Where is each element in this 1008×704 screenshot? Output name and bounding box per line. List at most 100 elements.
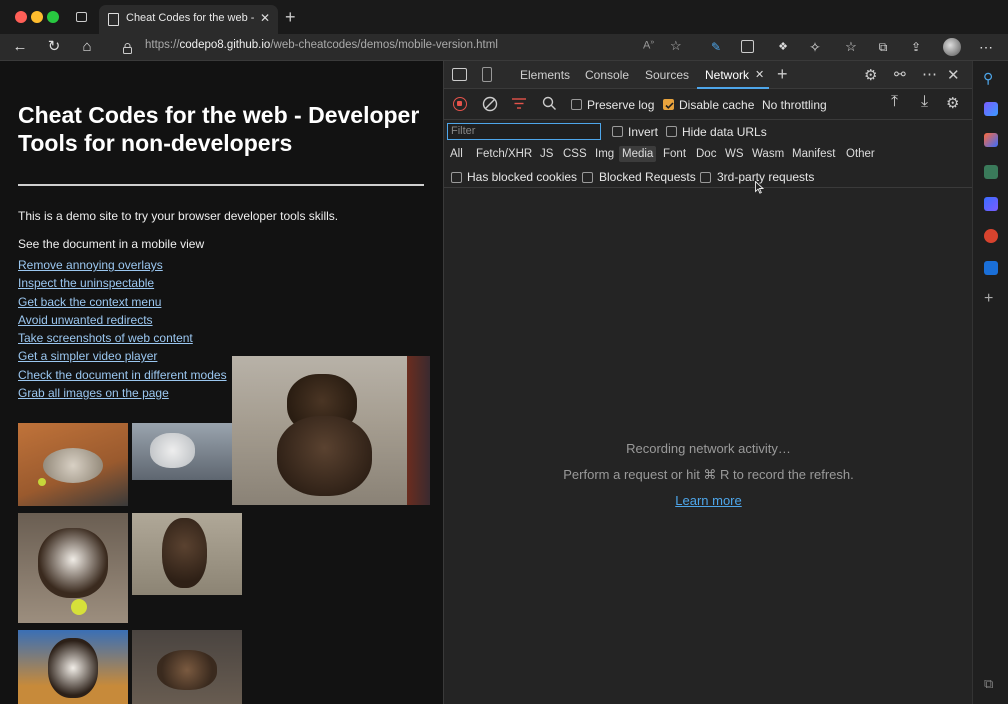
link-document-modes[interactable]: Check the document in different modes bbox=[18, 366, 227, 384]
close-network-tab-icon[interactable]: ✕ bbox=[755, 68, 764, 81]
sidebar-collapse-icon[interactable]: ⧉ bbox=[984, 676, 993, 692]
sidebar-office-icon[interactable] bbox=[984, 229, 998, 243]
more-menu-icon[interactable]: ⋯ bbox=[976, 37, 996, 57]
sidebar-add-icon[interactable]: + bbox=[984, 290, 993, 308]
tab-title: Cheat Codes for the web - Dev bbox=[126, 12, 254, 24]
dog-photo-white bbox=[132, 423, 232, 480]
extension-puzzle-alt-icon[interactable]: ❖ bbox=[773, 37, 793, 57]
preserve-log-checkbox[interactable] bbox=[571, 99, 582, 110]
close-tab-icon[interactable]: ✕ bbox=[258, 11, 272, 25]
browser-tab[interactable]: Cheat Codes for the web - Dev ✕ bbox=[99, 5, 278, 34]
disable-cache-checkbox[interactable] bbox=[663, 99, 674, 110]
refresh-hint-text: Perform a request or hit ⌘ R to record t… bbox=[563, 467, 854, 482]
recording-text: Recording network activity… bbox=[626, 441, 791, 456]
favorites-icon[interactable]: ☆ bbox=[841, 37, 861, 57]
share-icon[interactable]: ⇪ bbox=[906, 37, 926, 57]
third-party-requests-checkbox[interactable] bbox=[700, 172, 711, 183]
type-filter-all[interactable]: All bbox=[447, 146, 466, 162]
type-filter-font[interactable]: Font bbox=[660, 146, 689, 162]
record-icon[interactable] bbox=[453, 97, 467, 111]
type-filter-media[interactable]: Media bbox=[619, 146, 657, 162]
link-video-player[interactable]: Get a simpler video player bbox=[18, 347, 227, 365]
web-page: Cheat Codes for the web - Developer Tool… bbox=[0, 61, 443, 704]
empty-state: Recording network activity… Perform a re… bbox=[444, 441, 973, 508]
filter-input[interactable]: Filter bbox=[447, 123, 601, 140]
devtools-panel: Elements Console Sources Network ✕ + ⚙ ⚯… bbox=[443, 61, 973, 704]
tab-sources[interactable]: Sources bbox=[645, 68, 689, 82]
network-settings-icon[interactable]: ⚙ bbox=[946, 94, 959, 112]
profile-avatar[interactable] bbox=[943, 38, 961, 56]
sidebar-outlook-icon[interactable] bbox=[984, 261, 998, 275]
has-blocked-cookies-label: Has blocked cookies bbox=[467, 170, 578, 184]
export-har-icon[interactable]: ⤓ bbox=[921, 93, 928, 111]
sidebar-tools-icon[interactable] bbox=[984, 165, 998, 179]
sidebar-games-icon[interactable] bbox=[984, 197, 998, 211]
type-filter-img[interactable]: Img bbox=[592, 146, 617, 162]
heading-divider bbox=[18, 184, 424, 186]
tab-console[interactable]: Console bbox=[585, 68, 629, 82]
settings-icon[interactable]: ⚙ bbox=[864, 66, 877, 84]
network-toolbar: Preserve log Disable cache No throttling… bbox=[444, 90, 973, 120]
add-tool-icon[interactable]: + bbox=[777, 64, 788, 85]
collections-icon[interactable]: ⧉ bbox=[873, 37, 893, 57]
tab-network[interactable]: Network ✕ bbox=[697, 61, 769, 89]
extension-key-icon[interactable]: ✎ bbox=[706, 37, 726, 57]
third-party-requests-label: 3rd-party requests bbox=[717, 170, 815, 184]
tab-network-label: Network bbox=[705, 68, 750, 82]
type-filter-css[interactable]: CSS bbox=[560, 146, 590, 162]
tab-actions-icon[interactable] bbox=[76, 12, 87, 22]
preserve-log-label: Preserve log bbox=[587, 98, 655, 112]
type-filter-doc[interactable]: Doc bbox=[693, 146, 719, 162]
lock-icon[interactable] bbox=[123, 41, 132, 54]
minimize-window-button[interactable] bbox=[31, 11, 43, 23]
throttling-select[interactable]: No throttling bbox=[762, 98, 827, 112]
inspect-element-icon[interactable] bbox=[452, 68, 467, 81]
sidebar-shopping-icon[interactable] bbox=[984, 133, 998, 147]
mouse-cursor-icon bbox=[755, 180, 765, 199]
link-avoid-redirects[interactable]: Avoid unwanted redirects bbox=[18, 311, 227, 329]
blocked-requests-checkbox[interactable] bbox=[582, 172, 593, 183]
read-aloud-icon[interactable]: A» bbox=[643, 39, 654, 52]
link-remove-overlays[interactable]: Remove annoying overlays bbox=[18, 256, 227, 274]
type-filter-ws[interactable]: WS bbox=[722, 146, 747, 162]
learn-more-link[interactable]: Learn more bbox=[444, 493, 973, 508]
invert-checkbox[interactable] bbox=[612, 126, 623, 137]
maximize-window-button[interactable] bbox=[47, 11, 59, 23]
devtools-tab-bar: Elements Console Sources Network ✕ + ⚙ ⚯… bbox=[444, 61, 973, 89]
clear-icon[interactable] bbox=[482, 96, 498, 117]
devtools-more-icon[interactable]: ⋯ bbox=[922, 65, 937, 83]
dog-photo-bed bbox=[18, 423, 128, 506]
new-tab-icon[interactable]: + bbox=[285, 7, 296, 28]
filter-icon[interactable] bbox=[512, 97, 526, 115]
close-devtools-icon[interactable]: ✕ bbox=[947, 66, 960, 84]
link-screenshots[interactable]: Take screenshots of web content bbox=[18, 329, 227, 347]
type-filter-other[interactable]: Other bbox=[843, 146, 878, 162]
search-icon[interactable] bbox=[542, 96, 557, 116]
sidebar-copilot-icon[interactable] bbox=[984, 102, 998, 116]
type-filter-js[interactable]: JS bbox=[537, 146, 556, 162]
filter-bar: Filter Invert Hide data URLs All Fetch/X… bbox=[444, 121, 973, 188]
back-icon[interactable]: ← bbox=[10, 37, 30, 57]
type-filter-wasm[interactable]: Wasm bbox=[749, 146, 787, 162]
device-emulation-icon[interactable] bbox=[482, 67, 492, 82]
dog-photo-blue bbox=[18, 630, 128, 704]
refresh-icon[interactable]: ↻ bbox=[44, 37, 64, 57]
import-har-icon[interactable]: ⤒ bbox=[891, 93, 898, 111]
close-window-button[interactable] bbox=[15, 11, 27, 23]
type-filter-manifest[interactable]: Manifest bbox=[789, 146, 838, 162]
link-context-menu[interactable]: Get back the context menu bbox=[18, 293, 227, 311]
link-grab-images[interactable]: Grab all images on the page bbox=[18, 384, 227, 402]
home-icon[interactable]: ⌂ bbox=[77, 37, 97, 57]
tab-elements[interactable]: Elements bbox=[520, 68, 570, 82]
edge-sidebar: ⚲ + ⧉ bbox=[972, 61, 1008, 704]
type-filter-fetch-xhr[interactable]: Fetch/XHR bbox=[473, 146, 535, 162]
address-bar[interactable]: https://codepo8.github.io/web-cheatcodes… bbox=[110, 36, 700, 58]
sidebar-search-icon[interactable]: ⚲ bbox=[983, 70, 993, 87]
hide-data-urls-checkbox[interactable] bbox=[666, 126, 677, 137]
has-blocked-cookies-checkbox[interactable] bbox=[451, 172, 462, 183]
add-favorite-icon[interactable]: ☆ bbox=[670, 38, 682, 54]
link-inspect-uninspectable[interactable]: Inspect the uninspectable bbox=[18, 274, 227, 292]
connect-device-icon[interactable]: ⚯ bbox=[894, 66, 906, 83]
extensions-icon[interactable]: ✧ bbox=[805, 37, 825, 57]
extension-screenshot-icon[interactable] bbox=[741, 40, 754, 53]
